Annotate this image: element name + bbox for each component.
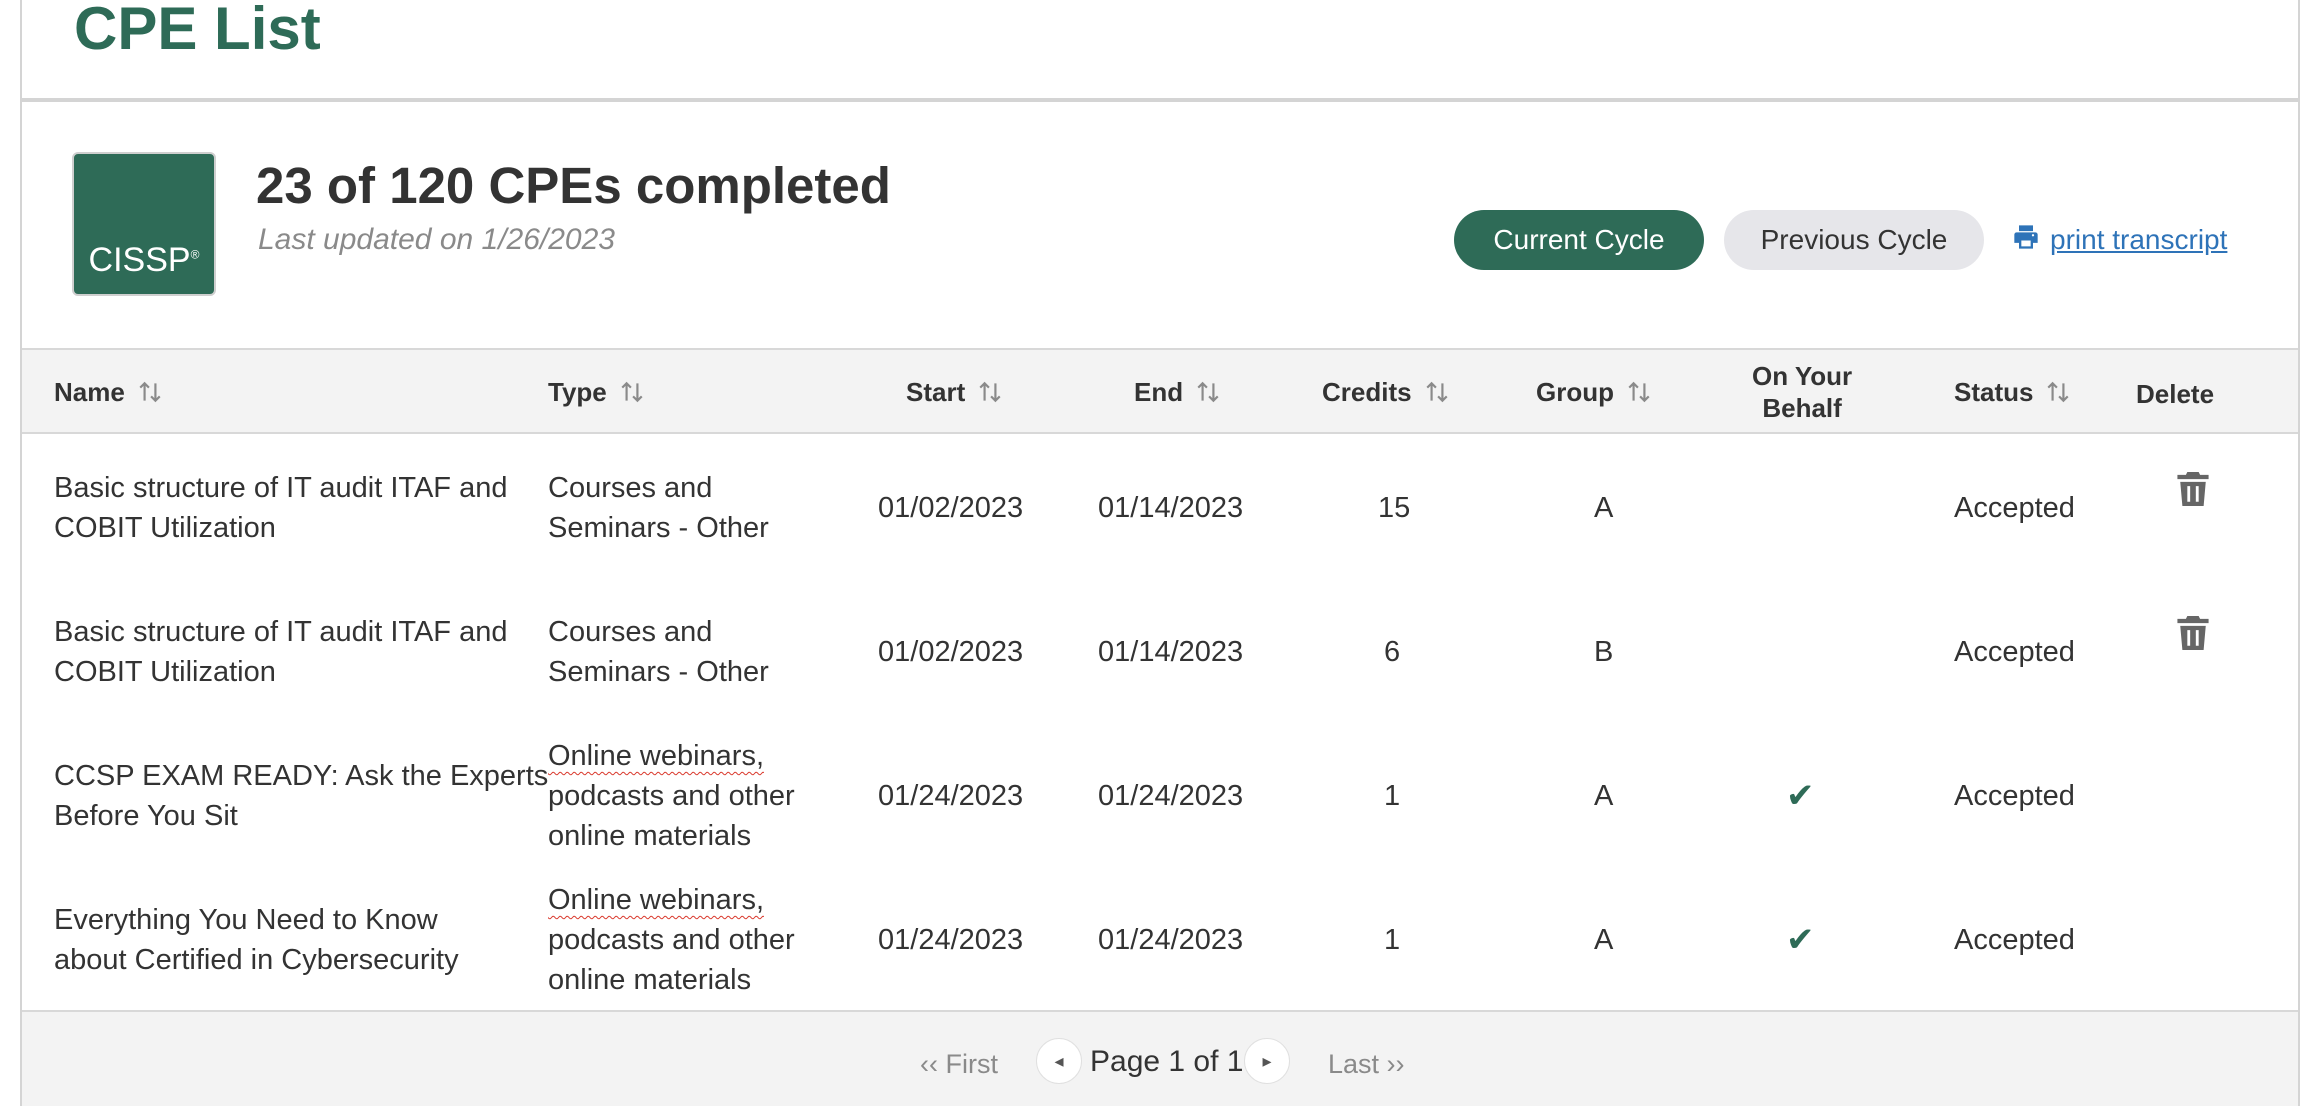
cell-type: Online webinars, podcasts and other onli… [548,884,795,996]
column-header-name[interactable]: Name [54,350,163,434]
page-indicator: Page 1 of 1 [1090,1045,1244,1078]
page-header: CPE List [20,0,2300,100]
column-header-delete: Delete [2136,378,2215,409]
table-row: Everything You Need to Know about Certifi… [22,868,2298,1012]
last-updated-text: Last updated on 1/26/2023 [258,223,615,256]
cell-credits: 1 [1384,780,1401,812]
cell-type: Courses and Seminars - Other [548,472,769,544]
caret-left-icon[interactable]: ◂ [1036,1038,1082,1084]
column-header-start[interactable]: Start [906,350,1003,434]
sort-icon[interactable] [137,379,163,405]
page-title: CPE List [74,0,321,62]
cell-name: Everything You Need to Know about Certifi… [54,904,459,976]
cell-name: CCSP EXAM READY: Ask the Experts Before Y… [54,760,549,832]
table-header: Name Type Start End Credits Group On You… [22,348,2298,434]
cell-start: 01/24/2023 [878,780,1024,812]
last-page-link[interactable]: Last ›› [1328,1044,1405,1084]
pagination: ‹‹ First ◂ Page 1 of 1 ▸ Last ›› [22,1010,2298,1106]
cpe-card: CISSP® 23 of 120 CPEs completed Last upd… [20,100,2300,1106]
cell-group: A [1594,492,1614,524]
check-icon: ✔ [1786,921,1815,959]
column-header-status[interactable]: Status [1954,350,2071,434]
cell-type: Courses and Seminars - Other [548,616,769,688]
cell-credits: 6 [1384,636,1401,668]
cell-start: 01/02/2023 [878,492,1024,524]
sort-icon[interactable] [1626,379,1652,405]
cell-start: 01/02/2023 [878,636,1024,668]
cell-group: A [1594,780,1614,812]
table-row: Basic structure of IT audit ITAF and COBI… [22,436,2298,580]
cell-group: B [1594,636,1614,668]
previous-cycle-button[interactable]: Previous Cycle [1724,210,1984,270]
table-row: CCSP EXAM READY: Ask the Experts Before Y… [22,724,2298,868]
check-icon: ✔ [1786,777,1815,815]
cpe-progress-title: 23 of 120 CPEs completed [256,157,891,214]
cell-status: Accepted [1954,636,2075,668]
sort-icon[interactable] [2045,379,2071,405]
cell-end: 01/24/2023 [1098,780,1244,812]
sort-icon[interactable] [977,379,1003,405]
cell-name: Basic structure of IT audit ITAF and COBI… [54,472,508,544]
cell-status: Accepted [1954,780,2075,812]
table-row: Basic structure of IT audit ITAF and COBI… [22,580,2298,724]
print-transcript-link[interactable]: print transcript [2012,220,2227,260]
column-header-type[interactable]: Type [548,350,645,434]
column-header-credits[interactable]: Credits [1322,350,1450,434]
cell-group: A [1594,924,1614,956]
sort-icon[interactable] [1424,379,1450,405]
cell-status: Accepted [1954,492,2075,524]
cell-end: 01/14/2023 [1098,492,1244,524]
cell-credits: 1 [1384,924,1401,956]
cell-name: Basic structure of IT audit ITAF and COBI… [54,616,508,688]
sort-icon[interactable] [1195,379,1221,405]
caret-right-icon[interactable]: ▸ [1244,1038,1290,1084]
cell-credits: 15 [1378,492,1411,524]
cissp-logo: CISSP® [72,152,216,296]
current-cycle-button[interactable]: Current Cycle [1454,210,1704,270]
sort-icon[interactable] [619,379,645,405]
trash-icon[interactable] [2176,614,2210,652]
trash-icon[interactable] [2176,470,2210,508]
cell-start: 01/24/2023 [878,924,1024,956]
cell-end: 01/24/2023 [1098,924,1244,956]
cell-type: Online webinars, podcasts and other onli… [548,740,795,852]
column-header-on-your-behalf: On Your Behalf [1752,361,1853,423]
print-transcript-label: print transcript [2050,224,2228,255]
column-header-end[interactable]: End [1134,350,1221,434]
cell-end: 01/14/2023 [1098,636,1244,668]
column-header-group[interactable]: Group [1536,350,1652,434]
cell-status: Accepted [1954,924,2075,956]
logo-text: CISSP® [88,241,200,279]
printer-icon [2012,223,2040,258]
first-page-link[interactable]: ‹‹ First [920,1044,998,1084]
